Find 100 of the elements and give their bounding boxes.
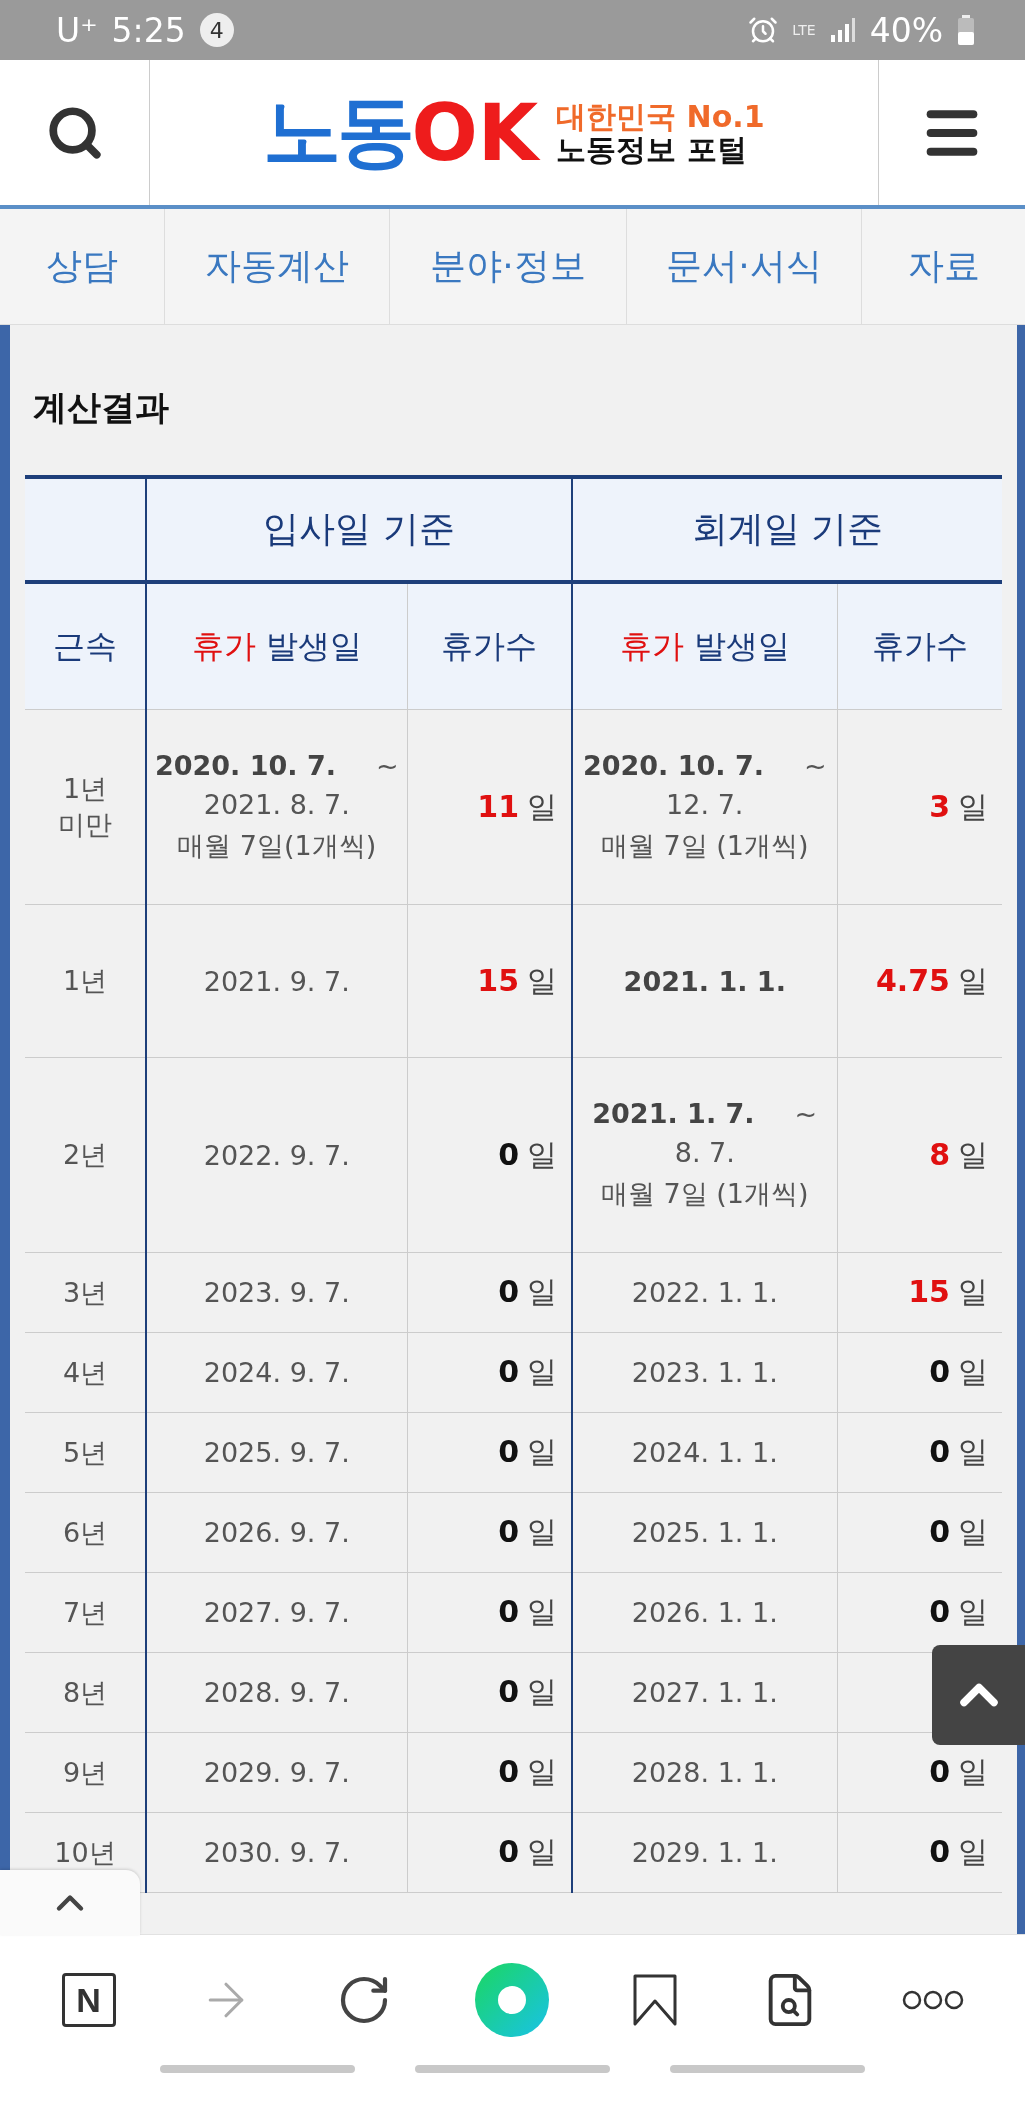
date-text: 매월 7일 (1개씩) — [600, 829, 809, 863]
day-unit: 일 — [527, 788, 557, 824]
day-count: 0 — [929, 1434, 950, 1469]
day-unit: 일 — [527, 1354, 557, 1389]
date-text: 2028. 9. 7. — [203, 1677, 350, 1708]
tenure-cell: 8년 — [25, 1652, 146, 1733]
day-unit: 일 — [958, 1274, 988, 1309]
signal-icon — [829, 17, 856, 43]
day-count: 8 — [929, 1136, 950, 1172]
tenure-cell: 1년 미만 — [25, 709, 146, 905]
tagline-text: 대한민국 No.1 — [556, 99, 765, 133]
day-unit: 일 — [527, 962, 557, 998]
range-mark: ~ — [804, 750, 827, 781]
day-unit: 일 — [527, 1594, 557, 1629]
column-header: 휴가수 — [837, 582, 1002, 710]
day-count: 0 — [498, 1434, 519, 1469]
date-text: 2021. 1. 7. — [592, 1098, 755, 1129]
day-count: 0 — [498, 1594, 519, 1629]
column-header: 근속 — [25, 582, 146, 710]
nav-link[interactable]: 분야·정보 — [390, 209, 627, 324]
day-count: 0 — [498, 1274, 519, 1309]
nav-link[interactable]: 문서·서식 — [627, 209, 862, 324]
day-unit: 일 — [958, 1834, 988, 1869]
range-mark: ~ — [794, 1098, 818, 1129]
battery-text: 40% — [869, 10, 943, 50]
scroll-top-button[interactable] — [932, 1645, 1025, 1745]
clock-text: 5:25 — [111, 10, 186, 50]
day-unit: 일 — [527, 1754, 557, 1789]
tenure-cell: 3년 — [25, 1252, 146, 1333]
date-text: 2020. 10. 7. — [582, 750, 764, 781]
column-header: 휴가 발생일 — [572, 582, 837, 710]
day-unit: 일 — [958, 1434, 988, 1469]
day-unit: 일 — [527, 1514, 557, 1549]
day-count: 15 — [477, 962, 519, 998]
day-unit: 일 — [527, 1834, 557, 1869]
group-header: 입사일 기준 — [146, 477, 572, 582]
bookmark-button[interactable] — [631, 1973, 678, 2027]
date-text: 2021. 8. 7. — [203, 789, 350, 820]
day-unit: 일 — [958, 962, 988, 998]
day-unit: 일 — [958, 1594, 988, 1629]
logo-text: OK — [411, 87, 539, 178]
date-text: 2026. 1. 1. — [631, 1597, 778, 1628]
carrier-text: U⁺ — [56, 10, 98, 50]
day-unit: 일 — [527, 1274, 557, 1309]
tenure-cell: 4년 — [25, 1332, 146, 1413]
day-count: 0 — [498, 1834, 519, 1869]
day-count: 0 — [498, 1674, 519, 1709]
day-unit: 일 — [958, 1514, 988, 1549]
column-header: 휴가 발생일 — [146, 582, 407, 710]
home-button[interactable]: N — [61, 1973, 116, 2027]
day-unit: 일 — [958, 788, 988, 824]
tenure-cell: 7년 — [25, 1572, 146, 1653]
tenure-cell: 1년 — [25, 904, 146, 1058]
date-text: 2022. 9. 7. — [203, 1139, 350, 1171]
day-count: 11 — [477, 788, 519, 824]
group-header: 회계일 기준 — [572, 477, 1002, 582]
date-text: 2027. 1. 1. — [631, 1677, 778, 1708]
day-count: 0 — [498, 1514, 519, 1549]
date-text: 2029. 9. 7. — [203, 1757, 350, 1788]
tenure-cell: 6년 — [25, 1492, 146, 1573]
day-unit: 일 — [527, 1674, 557, 1709]
date-text: 2022. 1. 1. — [631, 1277, 778, 1308]
date-text: 매월 7일(1개씩) — [177, 829, 377, 863]
tenure-cell: 9년 — [25, 1732, 146, 1813]
more-button[interactable] — [901, 1990, 964, 2010]
date-text: 12. 7. — [666, 789, 744, 820]
section-title: 계산결과 — [32, 386, 170, 429]
date-text: 2023. 9. 7. — [203, 1277, 350, 1308]
day-count: 3 — [929, 788, 950, 824]
date-text: 2024. 1. 1. — [631, 1437, 778, 1468]
alarm-icon — [748, 15, 779, 45]
nav-link[interactable]: 자동계산 — [165, 209, 390, 324]
date-text: 8. 7. — [674, 1137, 735, 1168]
day-unit: 일 — [527, 1136, 557, 1172]
tagline-text: 노동정보 포털 — [556, 132, 748, 166]
date-text: 2030. 9. 7. — [203, 1837, 350, 1868]
day-count: 0 — [929, 1354, 950, 1389]
date-text: 2021. 9. 7. — [203, 965, 350, 997]
date-text: 2027. 9. 7. — [203, 1597, 350, 1628]
tenure-cell: 5년 — [25, 1412, 146, 1493]
nav-link[interactable]: 상담 — [0, 209, 165, 324]
date-text: 2024. 9. 7. — [203, 1357, 350, 1388]
nav-link[interactable]: 자료 — [862, 209, 1025, 324]
day-unit: 일 — [958, 1754, 988, 1789]
day-count: 0 — [929, 1834, 950, 1869]
column-header: 휴가수 — [407, 582, 572, 710]
date-text: 2020. 10. 7. — [154, 750, 336, 781]
day-count: 0 — [929, 1514, 950, 1549]
day-count: 15 — [908, 1274, 950, 1309]
day-count: 0 — [498, 1354, 519, 1389]
day-count: 0 — [929, 1594, 950, 1629]
day-unit: 일 — [527, 1434, 557, 1469]
range-mark: ~ — [375, 750, 399, 781]
day-count: 4.75 — [875, 962, 950, 998]
day-count: 0 — [498, 1754, 519, 1789]
network-text: LTE — [792, 23, 816, 37]
date-text: 2021. 1. 1. — [623, 965, 786, 997]
day-count: 0 — [498, 1136, 519, 1172]
date-text: 2023. 1. 1. — [631, 1357, 778, 1388]
day-unit: 일 — [958, 1354, 988, 1389]
